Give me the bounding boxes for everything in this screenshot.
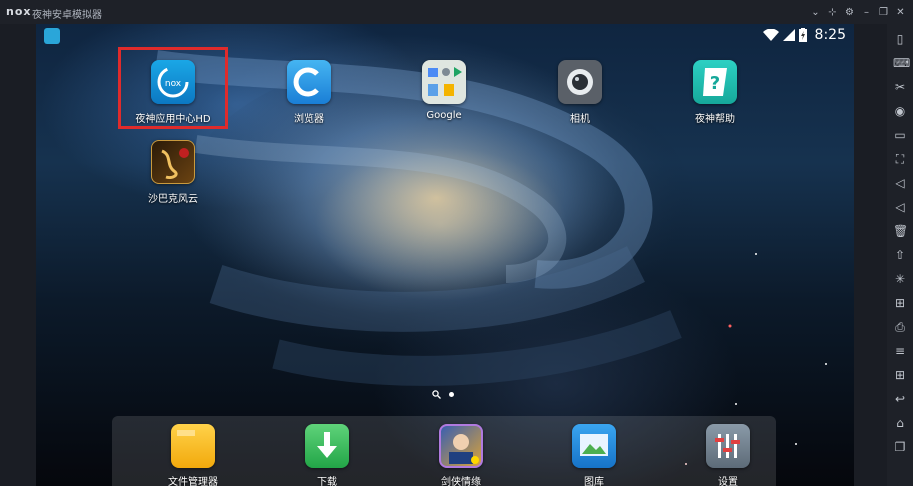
- svg-text:?: ?: [710, 73, 720, 94]
- window-title: 夜神安卓模拟器: [32, 10, 102, 21]
- app-label: 剑侠情缘: [441, 477, 481, 486]
- help-icon: ?: [693, 60, 737, 104]
- macro-icon[interactable]: ⎙: [893, 320, 907, 334]
- page-indicator: [432, 390, 454, 399]
- game-shabake-icon: [151, 140, 195, 184]
- fullscreen-icon[interactable]: ⛶: [893, 152, 907, 166]
- app-label: 设置: [718, 477, 738, 486]
- search-icon[interactable]: [432, 390, 441, 399]
- app-label: 下载: [317, 477, 337, 486]
- app-label: 夜神帮助: [695, 114, 735, 125]
- pin-icon[interactable]: ⊹: [824, 3, 841, 21]
- gallery-icon: [572, 424, 616, 468]
- app-label: 相机: [570, 114, 590, 125]
- google-folder-icon: [422, 60, 466, 104]
- status-bar: 8:25: [36, 24, 854, 48]
- restore-icon[interactable]: ❐: [875, 3, 892, 21]
- back-icon[interactable]: ↩: [893, 392, 907, 406]
- window-controls: ⌄ ⊹ ⚙ – ❐ ✕: [807, 3, 909, 21]
- folder-icon: [171, 424, 215, 468]
- scissors-icon[interactable]: ✂: [893, 80, 907, 94]
- game-jianxia-icon: [439, 424, 483, 468]
- gear-icon[interactable]: ⚙: [841, 3, 858, 21]
- loading-icon[interactable]: ✳: [893, 272, 907, 286]
- camera-icon: [558, 60, 602, 104]
- phone-rotate-icon[interactable]: ▯: [893, 32, 907, 46]
- selection-highlight: [118, 47, 228, 129]
- download-icon: [305, 424, 349, 468]
- volume-up-icon[interactable]: ◁: [893, 176, 907, 190]
- dock-jianxia[interactable]: 剑侠情缘: [401, 424, 521, 486]
- right-toolbar: ▯ ⌨ ✂ ◉ ▭ ⛶ ◁ ◁ 🗑 ⇧ ✳ ⊞ ⎙ ≡ ⊞ ↩ ⌂ ❐: [887, 24, 913, 486]
- install-apk-icon[interactable]: ⇧: [893, 248, 907, 262]
- app-label: 浏览器: [294, 114, 324, 125]
- location-icon[interactable]: ◉: [893, 104, 907, 118]
- dock-settings[interactable]: 设置: [668, 424, 788, 486]
- add-icon[interactable]: ⊞: [893, 368, 907, 382]
- dock-file-manager[interactable]: 文件管理器: [133, 424, 253, 486]
- app-label: 图库: [584, 477, 604, 486]
- screen-icon[interactable]: ▭: [893, 128, 907, 142]
- app-shabake[interactable]: 沙巴克风云: [113, 140, 233, 205]
- browser-icon: [287, 60, 331, 104]
- app-label: 文件管理器: [168, 477, 218, 486]
- menu-icon[interactable]: ≡: [893, 344, 907, 358]
- dock-download[interactable]: 下载: [267, 424, 387, 486]
- app-camera[interactable]: 相机: [520, 60, 640, 125]
- clock: 8:25: [814, 27, 846, 43]
- trash-icon[interactable]: 🗑: [893, 224, 908, 238]
- title-bar: nox 夜神安卓模拟器 ⌄ ⊹ ⚙ – ❐ ✕: [0, 0, 913, 24]
- volume-down-icon[interactable]: ◁: [893, 200, 907, 214]
- nox-notification-icon: [44, 28, 60, 44]
- app-nox-help[interactable]: ? 夜神帮助: [655, 60, 775, 125]
- dock: 文件管理器 下载 剑侠情缘 图库 设置: [112, 416, 776, 486]
- settings-icon: [706, 424, 750, 468]
- app-browser[interactable]: 浏览器: [249, 60, 369, 125]
- chevron-down-icon[interactable]: ⌄: [807, 3, 824, 21]
- close-icon[interactable]: ✕: [892, 3, 909, 21]
- android-screen[interactable]: 8:25 nox 夜神应用中心HD 浏览器 Google 相机 ? 夜神帮助 沙…: [36, 24, 854, 486]
- app-google[interactable]: Google: [384, 60, 504, 121]
- signal-icon: [782, 29, 795, 41]
- nox-logo: nox: [6, 5, 32, 18]
- app-label: 沙巴克风云: [148, 194, 198, 205]
- recent-apps-icon[interactable]: ❐: [893, 440, 907, 454]
- keyboard-icon[interactable]: ⌨: [893, 56, 910, 70]
- page-dot[interactable]: [449, 392, 454, 397]
- multi-instance-icon[interactable]: ⊞: [893, 296, 907, 310]
- battery-icon: [798, 28, 807, 42]
- wifi-icon: [762, 29, 779, 41]
- minimize-icon[interactable]: –: [858, 3, 875, 21]
- app-label: Google: [426, 110, 462, 121]
- dock-gallery[interactable]: 图库: [534, 424, 654, 486]
- home-icon[interactable]: ⌂: [893, 416, 907, 430]
